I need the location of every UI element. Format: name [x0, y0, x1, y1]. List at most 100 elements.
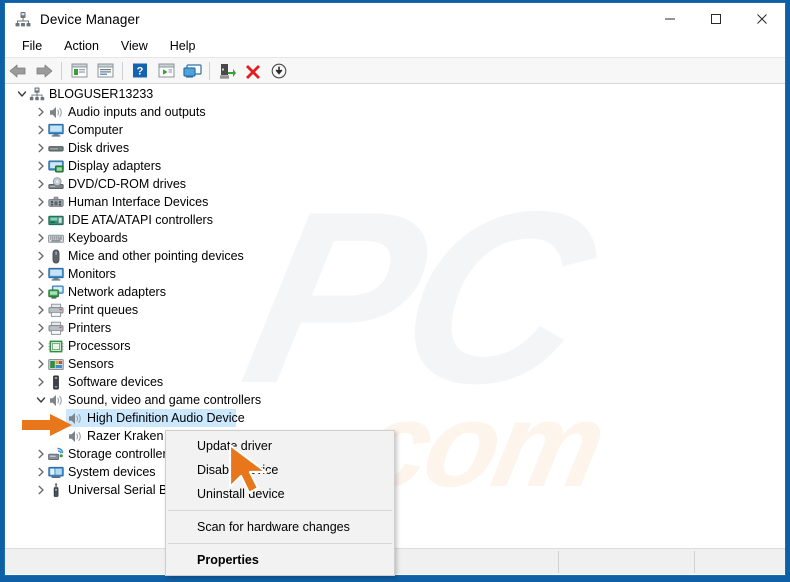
mouse-icon — [47, 248, 64, 264]
chevron-right-icon[interactable] — [34, 193, 47, 211]
scan-monitor-icon[interactable] — [179, 59, 205, 83]
tree-node-label: Software devices — [68, 375, 164, 389]
minimize-button[interactable] — [647, 3, 693, 35]
tree-node[interactable]: Sensors — [5, 355, 785, 373]
tree-node[interactable]: Disk drives — [5, 139, 785, 157]
chevron-right-icon[interactable] — [34, 337, 47, 355]
chevron-right-icon[interactable] — [34, 463, 47, 481]
hid-icon — [47, 194, 64, 210]
help-icon[interactable]: ? — [127, 59, 153, 83]
chevron-right-icon[interactable] — [34, 103, 47, 121]
chevron-right-icon[interactable] — [34, 229, 47, 247]
tree-node[interactable]: Print queues — [5, 301, 785, 319]
chevron-right-icon[interactable] — [34, 139, 47, 157]
processor-icon — [47, 338, 64, 354]
menu-file[interactable]: File — [13, 37, 51, 55]
tree-node[interactable]: Audio inputs and outputs — [5, 103, 785, 121]
close-button[interactable] — [739, 3, 785, 35]
tree-node[interactable]: Computer — [5, 121, 785, 139]
properties-icon[interactable] — [92, 59, 118, 83]
menu-help[interactable]: Help — [161, 37, 205, 55]
tree-node[interactable]: High Definition Audio Device — [5, 409, 785, 427]
chevron-right-icon[interactable] — [34, 319, 47, 337]
tree-node[interactable]: DVD/CD-ROM drives — [5, 175, 785, 193]
chevron-right-icon[interactable] — [34, 265, 47, 283]
tree-node[interactable]: IDE ATA/ATAPI controllers — [5, 211, 785, 229]
dvd-icon — [47, 176, 64, 192]
device-manager-window: Device Manager File Action View Help ? P… — [0, 0, 790, 582]
forward-arrow-icon[interactable] — [31, 59, 57, 83]
tree-node-label: Mice and other pointing devices — [68, 249, 244, 263]
tree-node[interactable]: Processors — [5, 337, 785, 355]
tree-node[interactable]: Keyboards — [5, 229, 785, 247]
maximize-button[interactable] — [693, 3, 739, 35]
menu-action[interactable]: Action — [55, 37, 108, 55]
chevron-down-icon[interactable] — [15, 85, 28, 103]
chevron-right-icon[interactable] — [34, 247, 47, 265]
tree-node-label: Sound, video and game controllers — [68, 393, 262, 407]
svg-text:?: ? — [137, 65, 144, 77]
tree-node[interactable]: Monitors — [5, 265, 785, 283]
context-menu-separator — [168, 543, 392, 544]
tree-node-label: Razer Kraken 7. — [87, 429, 178, 443]
device-manager-icon — [14, 10, 32, 28]
display-icon — [47, 158, 64, 174]
tree-node[interactable]: Human Interface Devices — [5, 193, 785, 211]
toolbar-separator — [61, 61, 62, 80]
chevron-right-icon[interactable] — [34, 373, 47, 391]
tree-node-label: Display adapters — [68, 159, 162, 173]
chevron-right-icon[interactable] — [34, 211, 47, 229]
tree-node[interactable]: Sound, video and game controllers — [5, 391, 785, 409]
chevron-right-icon[interactable] — [34, 283, 47, 301]
chevron-right-icon[interactable] — [34, 445, 47, 463]
tree-node-label: Human Interface Devices — [68, 195, 209, 209]
context-menu-item[interactable]: Properties — [166, 548, 394, 572]
computer-tree-icon — [28, 86, 45, 102]
update-driver-icon[interactable] — [214, 59, 240, 83]
tree-node[interactable]: Storage controllers — [5, 445, 785, 463]
tree-node[interactable]: System devices — [5, 463, 785, 481]
tree-node-label: Monitors — [68, 267, 116, 281]
usb-icon — [47, 482, 64, 498]
tree-node-label: Network adapters — [68, 285, 166, 299]
chevron-right-icon[interactable] — [34, 157, 47, 175]
back-arrow-icon[interactable] — [5, 59, 31, 83]
tree-node-label: System devices — [68, 465, 156, 479]
window-controls — [647, 3, 785, 35]
tree-node[interactable]: Software devices — [5, 373, 785, 391]
tree-node[interactable]: Network adapters — [5, 283, 785, 301]
tree-node[interactable]: Mice and other pointing devices — [5, 247, 785, 265]
tree-node-label: Storage controllers — [68, 447, 173, 461]
disk-icon — [47, 140, 64, 156]
chevron-right-icon[interactable] — [34, 481, 47, 499]
orange-arrow-marker — [20, 412, 74, 438]
context-menu-item[interactable]: Scan for hardware changes — [166, 515, 394, 539]
tree-node[interactable]: Printers — [5, 319, 785, 337]
printer-icon — [47, 320, 64, 336]
chevron-right-icon[interactable] — [34, 301, 47, 319]
tree-node[interactable]: Razer Kraken 7. — [5, 427, 785, 445]
device-tree-pane[interactable]: PC .com BLOGUSER13233 Audio inputs and ou… — [5, 85, 785, 548]
chevron-down-icon[interactable] — [34, 391, 47, 409]
status-separator — [558, 551, 559, 573]
title-bar: Device Manager — [5, 3, 785, 35]
show-hidden-devices-icon[interactable] — [66, 59, 92, 83]
tree-root-node[interactable]: BLOGUSER13233 — [5, 85, 785, 103]
tree-node-label: Disk drives — [68, 141, 130, 155]
menu-view[interactable]: View — [112, 37, 157, 55]
console-tree-icon[interactable] — [153, 59, 179, 83]
orange-cursor-pointer — [224, 443, 282, 501]
chevron-right-icon[interactable] — [34, 355, 47, 373]
toolbar-separator — [209, 61, 210, 80]
uninstall-device-icon[interactable] — [240, 59, 266, 83]
device-tree[interactable]: BLOGUSER13233 Audio inputs and outputs Com… — [5, 85, 785, 499]
storage-icon — [47, 446, 64, 462]
tree-node[interactable]: Display adapters — [5, 157, 785, 175]
tree-node-label: IDE ATA/ATAPI controllers — [68, 213, 213, 227]
chevron-right-icon[interactable] — [34, 175, 47, 193]
tree-node[interactable]: Universal Serial Bu — [5, 481, 785, 499]
toolbar-separator — [122, 61, 123, 80]
speaker-icon — [47, 104, 64, 120]
disable-device-icon[interactable] — [266, 59, 292, 83]
chevron-right-icon[interactable] — [34, 121, 47, 139]
